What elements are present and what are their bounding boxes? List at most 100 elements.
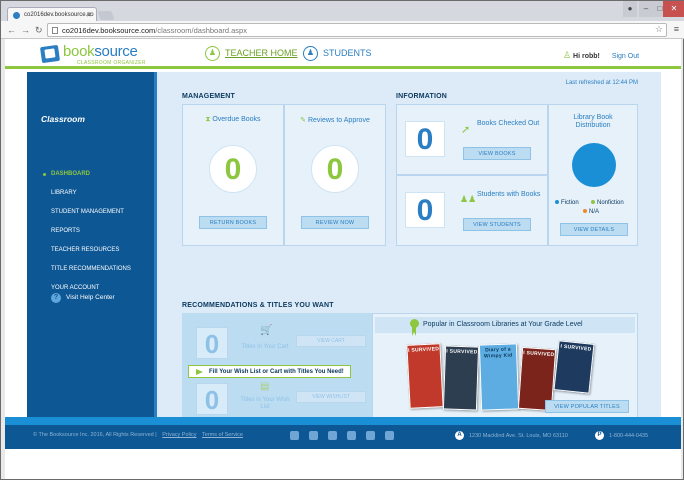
blog-icon[interactable] xyxy=(366,431,375,440)
url-path: /classroom/dashboard.aspx xyxy=(155,26,247,35)
logo-subtitle: CLASSROOM ORGANIZER xyxy=(77,60,146,66)
overdue-count: 0 xyxy=(209,145,257,193)
footer-address: 1230 Macklind Ave. St. Louis, MO 63110 xyxy=(469,433,568,439)
sidebar-item-reports[interactable]: REPORTS xyxy=(51,228,80,234)
sidebar: Classroom DASHBOARD LIBRARY STUDENT MANA… xyxy=(27,72,157,417)
site-footer: © The Booksource Inc. 2016, All Rights R… xyxy=(5,417,681,479)
book-cover[interactable]: I SURVIVED xyxy=(442,345,480,411)
students-icon: ♟♟ xyxy=(460,194,477,204)
title-bar: co2016dev.booksource.co ✕ ● – □ ✕ xyxy=(1,1,684,23)
reviews-card: ✎ Reviews to Approve 0 REVIEW NOW xyxy=(284,104,386,246)
book-cover[interactable]: I SURVIVED xyxy=(553,340,595,394)
arrow-up-icon: ➚ xyxy=(461,124,471,136)
sidebar-item-title-recommendations[interactable]: TITLE RECOMMENDATIONS xyxy=(51,266,131,272)
nav-students[interactable]: ♟ STUDENTS xyxy=(303,46,372,61)
management-heading: MANAGEMENT xyxy=(182,93,235,100)
view-popular-titles-button[interactable]: VIEW POPULAR TITLES xyxy=(545,400,629,413)
sidebar-item-your-account[interactable]: YOUR ACCOUNT xyxy=(51,285,99,291)
last-refreshed: Last refreshed at 12:44 PM xyxy=(565,80,638,86)
cart-count: 0 xyxy=(196,327,228,359)
logo-book-icon xyxy=(39,44,61,64)
tab-title: co2016dev.booksource.co xyxy=(24,12,94,18)
nav-teacher-home-label: TEACHER HOME xyxy=(225,47,298,58)
sidebar-title: Classroom xyxy=(41,114,85,124)
reviews-count: 0 xyxy=(311,145,359,193)
footer-phone: 1-800-444-0435 xyxy=(609,433,649,439)
ribbon-icon xyxy=(410,319,419,336)
back-icon[interactable]: ← xyxy=(7,24,16,36)
cart-label: Titles in Your Cart xyxy=(241,344,289,350)
nav-teacher-home[interactable]: ♟ TEACHER HOME xyxy=(205,46,298,61)
twitter-icon[interactable] xyxy=(309,431,318,440)
terms-of-service-link[interactable]: Terms of Service xyxy=(202,432,243,438)
page-icon xyxy=(52,27,58,34)
chat-icon[interactable] xyxy=(385,431,394,440)
sidebar-item-student-management[interactable]: STUDENT MANAGEMENT xyxy=(51,209,124,215)
library-distribution-card: Library Book Distribution Fiction Nonfic… xyxy=(548,104,638,246)
tab-close-icon[interactable]: ✕ xyxy=(86,11,92,19)
view-details-button[interactable]: VIEW DETAILS xyxy=(560,223,628,236)
new-tab-button[interactable] xyxy=(97,11,115,20)
students-icon: ♟ xyxy=(303,46,318,61)
students-with-books-card: 0 ♟♟ Students with Books VIEW STUDENTS xyxy=(396,175,548,246)
sidebar-item-library[interactable]: LIBRARY xyxy=(51,190,77,196)
privacy-policy-link[interactable]: Privacy Policy xyxy=(162,432,196,438)
reload-icon[interactable]: ↻ xyxy=(35,24,43,36)
distribution-title: Library Book Distribution xyxy=(573,114,613,129)
book-cover[interactable]: I SURVIVED xyxy=(406,343,444,409)
help-center-link[interactable]: ? Visit Help Center xyxy=(51,293,115,303)
sign-out-link[interactable]: Sign Out xyxy=(612,53,639,60)
wishlist-count: 0 xyxy=(196,383,228,415)
nonfiction-swatch xyxy=(591,200,595,205)
legend-fiction: Fiction xyxy=(555,200,579,206)
return-books-button[interactable]: RETURN BOOKS xyxy=(199,216,267,229)
user-greeting: ♙ Hi robb! Sign Out xyxy=(563,50,639,61)
wishlist-label: Titles in Your Wish List xyxy=(240,397,290,410)
site-header: booksource CLASSROOM ORGANIZER ♟ TEACHER … xyxy=(5,39,681,69)
view-cart-button[interactable]: VIEW CART xyxy=(296,335,366,347)
information-heading: INFORMATION xyxy=(396,93,448,100)
reviews-title: ✎ Reviews to Approve xyxy=(300,117,370,124)
legend-na: N/A xyxy=(583,209,599,215)
address-bar[interactable]: co2016dev.booksource.com/classroom/dashb… xyxy=(47,23,667,37)
copyright-text: © The Booksource Inc. 2016, All Rights R… xyxy=(33,432,154,438)
view-books-button[interactable]: VIEW BOOKS xyxy=(463,147,531,160)
wishlist-tip: Fill Your Wish List or Cart with Titles … xyxy=(188,365,351,378)
recommendations-heading: RECOMMENDATIONS & TITLES YOU WANT xyxy=(182,302,334,309)
web-page: booksource CLASSROOM ORGANIZER ♟ TEACHER … xyxy=(5,39,681,479)
user-icon[interactable]: ● xyxy=(623,1,637,17)
pinterest-icon[interactable] xyxy=(328,431,337,440)
linkedin-icon[interactable] xyxy=(347,431,356,440)
user-icon: ♙ xyxy=(563,50,572,60)
browser-toolbar: ← → ↻ co2016dev.booksource.com/classroom… xyxy=(1,21,684,39)
books-checked-out-card: 0 ➚ Books Checked Out VIEW BOOKS xyxy=(396,104,548,175)
teacher-icon: ♟ xyxy=(205,46,220,61)
facebook-icon[interactable] xyxy=(290,431,299,440)
book-cover[interactable]: Diary of a Wimpy Kid xyxy=(478,343,520,411)
bookmark-star-icon[interactable]: ☆ xyxy=(655,24,663,35)
nav-students-label: STUDENTS xyxy=(323,47,372,58)
url-host: co2016dev.booksource.com xyxy=(62,26,156,35)
close-window-button[interactable]: ✕ xyxy=(663,1,684,17)
cart-icon: 🛒 xyxy=(260,325,273,336)
distribution-pie-chart xyxy=(572,143,616,187)
review-now-button[interactable]: REVIEW NOW xyxy=(301,216,369,229)
overdue-books-title: ⧗ Overdue Books xyxy=(205,116,261,123)
forward-icon[interactable]: → xyxy=(21,24,30,36)
copyright: © The Booksource Inc. 2016, All Rights R… xyxy=(33,432,243,438)
view-students-button[interactable]: VIEW STUDENTS xyxy=(463,218,531,231)
overdue-books-card: ⧗ Overdue Books 0 RETURN BOOKS xyxy=(182,104,284,246)
help-icon: ? xyxy=(51,293,61,303)
view-wishlist-button[interactable]: VIEW WISHLIST xyxy=(296,391,366,403)
browser-menu-icon[interactable]: ≡ xyxy=(674,24,679,34)
minimize-button[interactable]: – xyxy=(639,1,653,17)
wishlist-icon: ▤ xyxy=(260,381,270,392)
review-icon: ✎ xyxy=(300,117,307,124)
sidebar-item-dashboard[interactable]: DASHBOARD xyxy=(51,171,90,177)
browser-window: co2016dev.booksource.co ✕ ● – □ ✕ ← → ↻ … xyxy=(0,0,684,480)
legend-nonfiction: Nonfiction xyxy=(591,200,624,206)
sidebar-item-teacher-resources[interactable]: TEACHER RESOURCES xyxy=(51,247,119,253)
active-indicator-icon xyxy=(43,173,46,176)
logo-text: booksource xyxy=(63,43,138,60)
dashboard-main: Last refreshed at 12:44 PM MANAGEMENT ⧗ … xyxy=(160,72,658,423)
